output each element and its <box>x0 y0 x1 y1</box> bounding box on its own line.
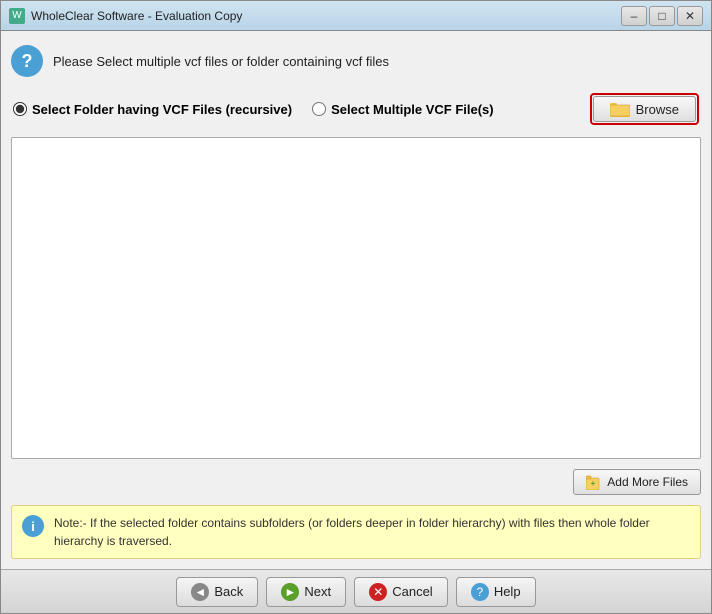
radio-folder-label[interactable]: Select Folder having VCF Files (recursiv… <box>13 102 292 117</box>
main-window: W WholeClear Software - Evaluation Copy … <box>0 0 712 614</box>
next-label: Next <box>304 584 331 599</box>
content-area: ? Please Select multiple vcf files or fo… <box>1 31 711 569</box>
help-label: Help <box>494 584 521 599</box>
header-row: ? Please Select multiple vcf files or fo… <box>11 41 701 81</box>
radio-files-text: Select Multiple VCF File(s) <box>331 102 494 117</box>
radio-files[interactable] <box>312 102 326 116</box>
cancel-label: Cancel <box>392 584 432 599</box>
app-icon: W <box>9 8 25 24</box>
maximize-button[interactable]: □ <box>649 6 675 26</box>
note-text: Note:- If the selected folder contains s… <box>54 514 690 550</box>
window-title: WholeClear Software - Evaluation Copy <box>31 9 621 23</box>
header-text: Please Select multiple vcf files or fold… <box>53 54 389 69</box>
back-button[interactable]: ◄ Back <box>176 577 258 607</box>
title-bar-buttons: – □ ✕ <box>621 6 703 26</box>
help-icon: ? <box>471 583 489 601</box>
back-icon: ◄ <box>191 583 209 601</box>
help-button[interactable]: ? Help <box>456 577 536 607</box>
browse-btn-wrapper: Browse <box>590 93 699 125</box>
note-box: i Note:- If the selected folder contains… <box>11 505 701 559</box>
cancel-button[interactable]: ✕ Cancel <box>354 577 447 607</box>
next-button[interactable]: ► Next <box>266 577 346 607</box>
cancel-icon: ✕ <box>369 583 387 601</box>
radio-folder-text: Select Folder having VCF Files (recursiv… <box>32 102 292 117</box>
header-info-icon: ? <box>11 45 43 77</box>
next-icon: ► <box>281 583 299 601</box>
radio-files-label[interactable]: Select Multiple VCF File(s) <box>312 102 494 117</box>
add-files-icon: + <box>586 474 602 490</box>
close-button[interactable]: ✕ <box>677 6 703 26</box>
svg-text:+: + <box>591 479 596 488</box>
browse-button[interactable]: Browse <box>593 96 696 122</box>
browse-label: Browse <box>636 102 679 117</box>
radio-folder[interactable] <box>13 102 27 116</box>
note-info-icon: i <box>22 515 44 537</box>
minimize-button[interactable]: – <box>621 6 647 26</box>
add-more-files-button[interactable]: + Add More Files <box>573 469 701 495</box>
options-row: Select Folder having VCF Files (recursiv… <box>11 89 701 129</box>
title-bar: W WholeClear Software - Evaluation Copy … <box>1 1 711 31</box>
footer: ◄ Back ► Next ✕ Cancel ? Help <box>1 569 711 613</box>
add-more-row: + Add More Files <box>11 467 701 497</box>
file-list-area[interactable] <box>11 137 701 459</box>
radio-group: Select Folder having VCF Files (recursiv… <box>13 102 590 117</box>
add-more-label: Add More Files <box>607 475 688 489</box>
back-label: Back <box>214 584 243 599</box>
folder-icon <box>610 101 630 117</box>
